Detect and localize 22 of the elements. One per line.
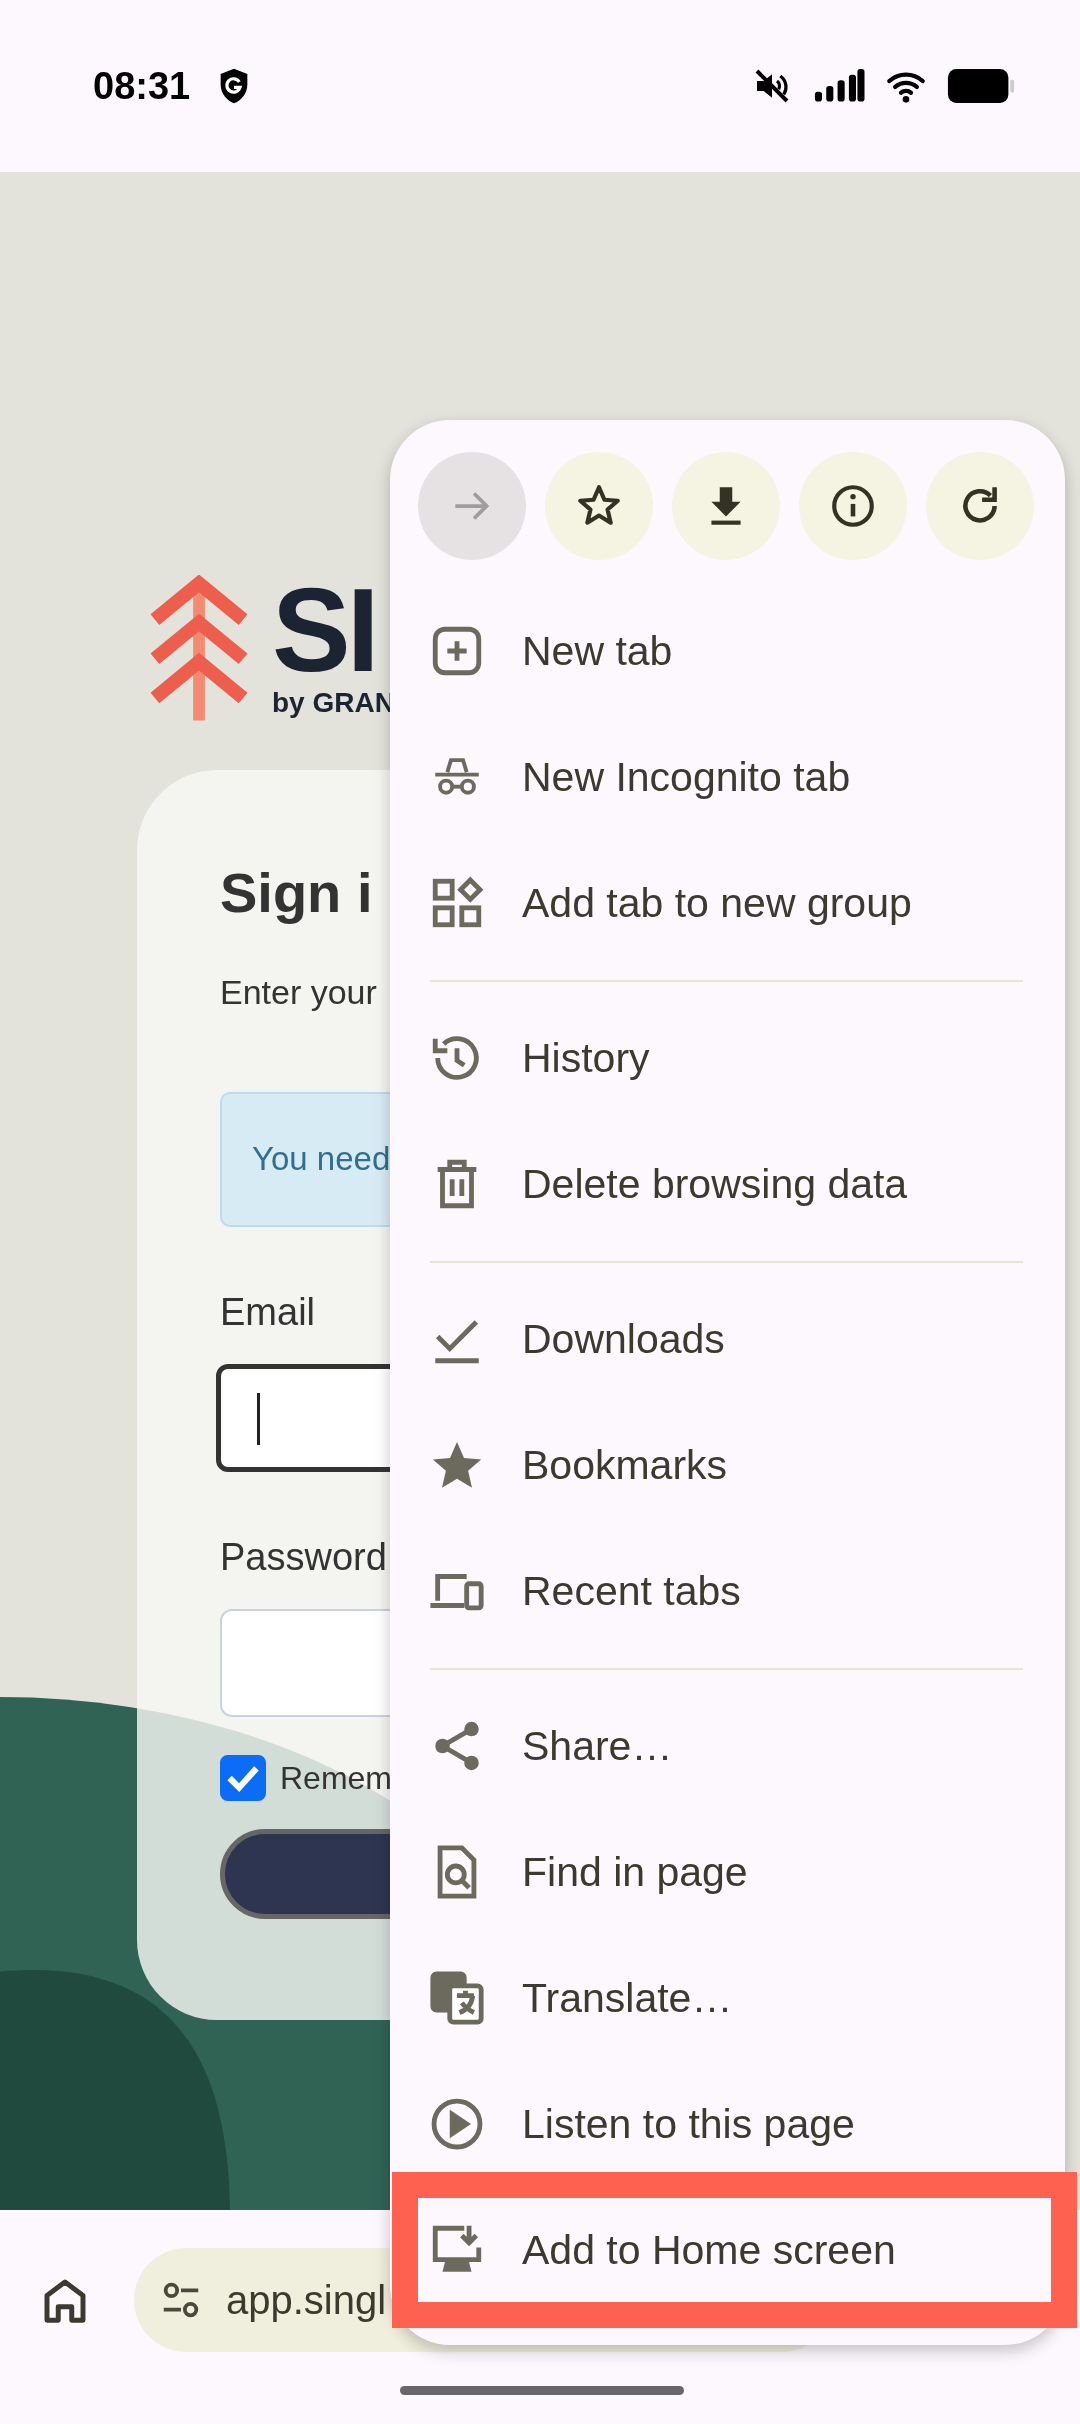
signal-icon xyxy=(812,69,866,103)
sign-in-title: Sign i xyxy=(220,860,373,925)
menu-item[interactable]: Recent tabs xyxy=(390,1528,1065,1654)
menu-item[interactable]: Find in page xyxy=(390,1809,1065,1935)
menu-item[interactable]: Add to Home screen xyxy=(392,2172,1077,2328)
menu-item[interactable]: New Incognito tab xyxy=(390,714,1065,840)
battery-icon xyxy=(946,69,1016,103)
menu-item[interactable]: Bookmarks xyxy=(390,1402,1065,1528)
menu-item[interactable]: Translate… xyxy=(390,1935,1065,2061)
password-label: Password xyxy=(220,1536,387,1579)
translate-icon xyxy=(428,1969,486,2027)
menu-item[interactable]: New tab xyxy=(390,588,1065,714)
sign-in-subtitle: Enter your xyxy=(220,973,377,1012)
tree-logo-icon xyxy=(150,575,248,723)
email-label: Email xyxy=(220,1291,316,1334)
menu-item[interactable]: Share… xyxy=(390,1683,1065,1809)
remember-checkbox[interactable] xyxy=(220,1755,266,1801)
brand-wordmark: SI xyxy=(272,575,376,685)
status-time: 08:31 xyxy=(93,64,191,108)
menu-item[interactable]: Downloads xyxy=(390,1276,1065,1402)
remember-label: Remem xyxy=(280,1759,392,1797)
menu-item[interactable]: Add tab to new group xyxy=(390,840,1065,966)
